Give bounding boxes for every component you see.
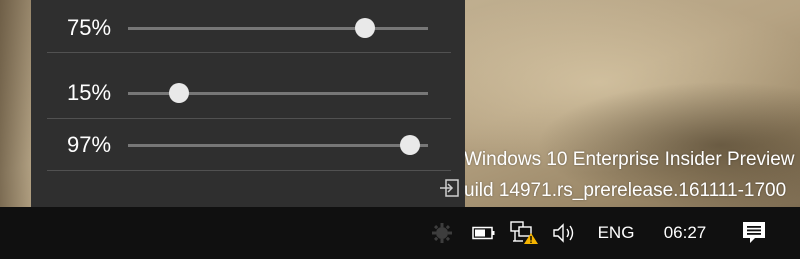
slider-row: 75% bbox=[31, 8, 465, 48]
watermark-build: uild 14971.rs_prerelease.161111-1700 bbox=[464, 180, 787, 201]
divider bbox=[47, 170, 451, 171]
slider-thumb[interactable] bbox=[169, 83, 189, 103]
slider-thumb[interactable] bbox=[400, 135, 420, 155]
volume-icon[interactable] bbox=[550, 207, 580, 259]
divider bbox=[47, 118, 451, 119]
language-indicator[interactable]: ENG bbox=[592, 207, 640, 259]
slider-flyout-panel: 75% 15% 97% bbox=[31, 0, 465, 207]
taskbar: ENG 06:27 bbox=[0, 207, 800, 259]
divider bbox=[47, 52, 451, 53]
slider-value-label: 97% bbox=[67, 132, 112, 157]
network-warning-icon[interactable] bbox=[508, 207, 540, 259]
slider-value-label: 15% bbox=[67, 80, 112, 105]
action-center-icon[interactable] bbox=[734, 207, 774, 259]
slider-value-label: 75% bbox=[67, 15, 112, 40]
slider-row: 15% bbox=[31, 73, 465, 113]
clock[interactable]: 06:27 bbox=[654, 207, 716, 259]
watermark-edition: Windows 10 Enterprise Insider Preview bbox=[464, 149, 795, 170]
battery-icon[interactable] bbox=[470, 207, 498, 259]
slider-thumb[interactable] bbox=[355, 18, 375, 38]
exit-icon[interactable] bbox=[439, 179, 459, 197]
brightness-icon[interactable] bbox=[428, 207, 456, 259]
slider-track[interactable] bbox=[128, 27, 428, 30]
slider-row: 97% bbox=[31, 125, 465, 165]
slider-track[interactable] bbox=[128, 144, 428, 147]
